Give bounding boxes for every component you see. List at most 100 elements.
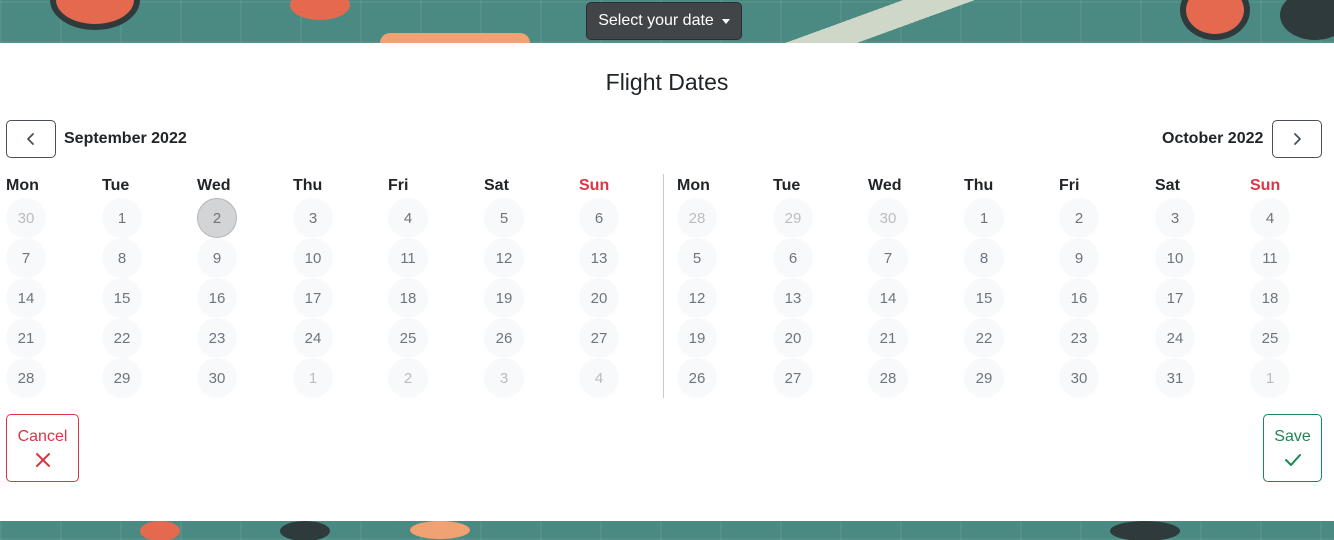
day-cell[interactable]: 4 xyxy=(579,358,619,398)
dropdown-label: Select your date xyxy=(598,12,714,29)
day-cell[interactable]: 29 xyxy=(964,358,1004,398)
background-image-bottom xyxy=(0,521,1334,540)
day-cell[interactable]: 13 xyxy=(773,278,813,318)
day-cell[interactable]: 3 xyxy=(484,358,524,398)
day-cell[interactable]: 30 xyxy=(197,358,237,398)
day-cell[interactable]: 29 xyxy=(773,198,813,238)
day-cell[interactable]: 28 xyxy=(6,358,46,398)
day-cell[interactable]: 26 xyxy=(677,358,717,398)
day-cell[interactable]: 23 xyxy=(1059,318,1099,358)
day-cell[interactable]: 4 xyxy=(1250,198,1290,238)
day-cell[interactable]: 9 xyxy=(197,238,237,278)
day-cell[interactable]: 17 xyxy=(293,278,333,318)
day-cell[interactable]: 27 xyxy=(773,358,813,398)
close-icon xyxy=(35,453,50,467)
check-icon xyxy=(1284,454,1301,466)
save-button[interactable]: Save xyxy=(1263,414,1322,482)
decor-dish-icon xyxy=(1110,521,1180,540)
day-cell[interactable]: 5 xyxy=(677,238,717,278)
day-cell[interactable]: 3 xyxy=(1155,198,1195,238)
day-cell[interactable]: 29 xyxy=(102,358,142,398)
day-cell[interactable]: 16 xyxy=(1059,278,1099,318)
day-cell[interactable]: 21 xyxy=(6,318,46,358)
day-cell[interactable]: 16 xyxy=(197,278,237,318)
day-cell[interactable]: 20 xyxy=(773,318,813,358)
day-cell[interactable]: 11 xyxy=(388,238,428,278)
day-cell[interactable]: 14 xyxy=(868,278,908,318)
day-cell[interactable]: 23 xyxy=(197,318,237,358)
day-cell[interactable]: 15 xyxy=(964,278,1004,318)
decor-bowl-icon xyxy=(290,0,350,20)
decor-airplane-icon xyxy=(760,0,1000,43)
weekday-sun: Sun xyxy=(579,177,610,194)
day-cell[interactable]: 12 xyxy=(677,278,717,318)
day-cell[interactable]: 19 xyxy=(677,318,717,358)
weekday-thu: Thu xyxy=(964,177,994,194)
calendar-divider xyxy=(663,174,664,398)
day-cell[interactable]: 22 xyxy=(102,318,142,358)
day-cell[interactable]: 28 xyxy=(677,198,717,238)
weekday-tue: Tue xyxy=(773,177,801,194)
weekday-thu: Thu xyxy=(293,177,323,194)
day-cell[interactable]: 10 xyxy=(1155,238,1195,278)
caret-down-icon xyxy=(721,18,730,24)
day-cell[interactable]: 5 xyxy=(484,198,524,238)
day-cell[interactable]: 31 xyxy=(1155,358,1195,398)
day-cell[interactable]: 7 xyxy=(6,238,46,278)
cancel-button[interactable]: Cancel xyxy=(6,414,79,482)
day-cell[interactable]: 7 xyxy=(868,238,908,278)
day-cell[interactable]: 27 xyxy=(579,318,619,358)
day-cell[interactable]: 28 xyxy=(868,358,908,398)
weekday-mon: Mon xyxy=(6,177,39,194)
day-cell[interactable]: 13 xyxy=(579,238,619,278)
day-cell[interactable]: 12 xyxy=(484,238,524,278)
next-month-button[interactable] xyxy=(1272,120,1322,158)
day-cell[interactable]: 1 xyxy=(964,198,1004,238)
day-cell[interactable]: 10 xyxy=(293,238,333,278)
day-cell[interactable]: 30 xyxy=(1059,358,1099,398)
day-cell[interactable]: 24 xyxy=(1155,318,1195,358)
page-title: Flight Dates xyxy=(605,69,729,95)
day-cell[interactable]: 4 xyxy=(388,198,428,238)
weekday-sun: Sun xyxy=(1250,177,1281,194)
select-date-dropdown[interactable]: Select your date xyxy=(586,2,742,40)
day-cell[interactable]: 25 xyxy=(388,318,428,358)
day-cell[interactable]: 2 xyxy=(388,358,428,398)
day-cell[interactable]: 1 xyxy=(293,358,333,398)
weekday-tue: Tue xyxy=(102,177,130,194)
day-cell[interactable]: 14 xyxy=(6,278,46,318)
day-cell[interactable]: 3 xyxy=(293,198,333,238)
weekday-sat: Sat xyxy=(1155,177,1180,194)
cancel-label: Cancel xyxy=(17,428,68,445)
day-cell[interactable]: 20 xyxy=(579,278,619,318)
day-cell[interactable]: 11 xyxy=(1250,238,1290,278)
chevron-right-icon xyxy=(1294,133,1301,145)
day-cell[interactable]: 19 xyxy=(484,278,524,318)
day-cell[interactable]: 8 xyxy=(964,238,1004,278)
previous-month-button[interactable] xyxy=(6,120,56,158)
day-cell-selected[interactable]: 2 xyxy=(197,198,237,238)
day-cell[interactable]: 6 xyxy=(579,198,619,238)
day-cell[interactable]: 15 xyxy=(102,278,142,318)
day-cell[interactable]: 2 xyxy=(1059,198,1099,238)
day-cell[interactable]: 21 xyxy=(868,318,908,358)
day-cell[interactable]: 17 xyxy=(1155,278,1195,318)
day-cell[interactable]: 9 xyxy=(1059,238,1099,278)
weekday-fri: Fri xyxy=(388,177,409,194)
day-cell[interactable]: 25 xyxy=(1250,318,1290,358)
day-cell[interactable]: 1 xyxy=(102,198,142,238)
weekday-wed: Wed xyxy=(197,177,231,194)
day-cell[interactable]: 18 xyxy=(388,278,428,318)
weekday-fri: Fri xyxy=(1059,177,1080,194)
decor-bread-icon xyxy=(380,33,530,43)
day-cell[interactable]: 24 xyxy=(293,318,333,358)
day-cell[interactable]: 22 xyxy=(964,318,1004,358)
day-cell[interactable]: 6 xyxy=(773,238,813,278)
day-cell[interactable]: 8 xyxy=(102,238,142,278)
day-cell[interactable]: 30 xyxy=(6,198,46,238)
day-cell[interactable]: 30 xyxy=(868,198,908,238)
day-cell[interactable]: 1 xyxy=(1250,358,1290,398)
day-cell[interactable]: 26 xyxy=(484,318,524,358)
day-cell[interactable]: 18 xyxy=(1250,278,1290,318)
decor-dish-icon xyxy=(1280,0,1334,40)
